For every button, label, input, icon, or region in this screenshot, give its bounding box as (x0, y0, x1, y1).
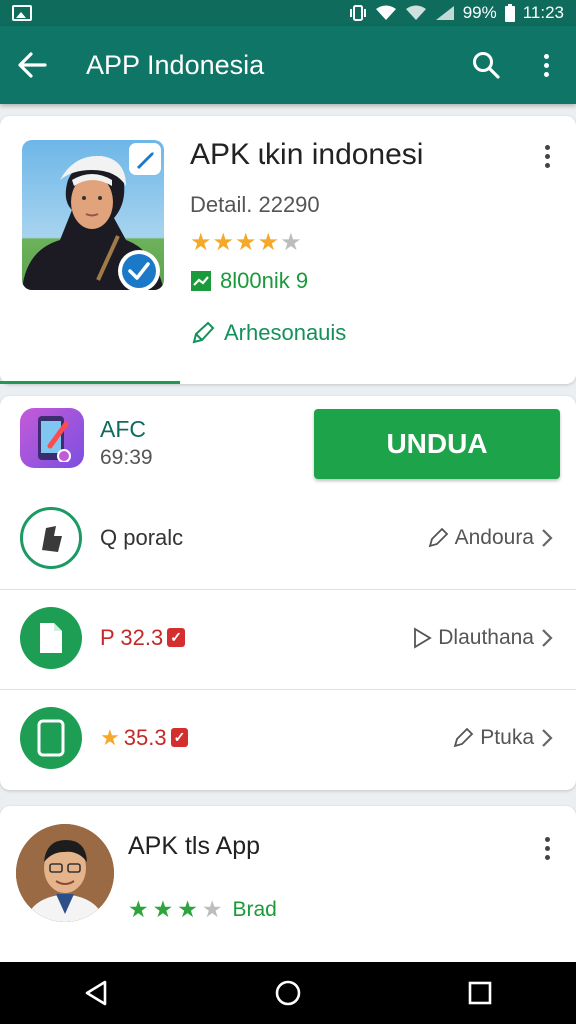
app-bar: APP Indonesia (0, 26, 576, 104)
list-item[interactable]: Q poralc Andoura (0, 490, 576, 586)
list-item[interactable]: P 32.3 ✓ Dlauthana (0, 589, 576, 685)
wifi-icon (375, 5, 396, 20)
app-stat-text: 8l00nik 9 (220, 268, 309, 293)
search-icon (473, 52, 500, 79)
app-detail: Detail. 22290 (190, 192, 320, 217)
overflow-menu-button[interactable] (516, 26, 576, 104)
list-item-action-label: Ptuka (480, 725, 534, 749)
document-icon (20, 606, 82, 669)
app-more-button[interactable] (532, 828, 562, 868)
vibrate-icon (349, 5, 366, 21)
app-info-card: AFC 69:39 UNDUA Q poralc Andoura P 32.3 … (0, 396, 576, 790)
star-icon: ★ (100, 724, 120, 750)
download-progress (0, 381, 180, 384)
home-circle-icon[interactable] (274, 979, 302, 1007)
trend-chart-icon (191, 271, 211, 291)
search-button[interactable] (456, 26, 516, 104)
list-item[interactable]: ★ 35.3 ✓ Ptuka (0, 689, 576, 785)
app-card[interactable]: APK tls App ★ ★ ★ ★ Brad (0, 806, 576, 974)
app-title: APP Indonesia (86, 49, 265, 80)
developer-link-text: Arhesonauis (224, 320, 347, 345)
app-title: APK ɩkin indonesi (190, 138, 424, 171)
star-icon: ★ (152, 896, 174, 922)
system-nav-bar (0, 962, 576, 1024)
list-item-value: 35.3 (123, 724, 167, 750)
back-triangle-icon[interactable] (83, 979, 109, 1007)
pen-icon (453, 727, 474, 747)
pen-icon (428, 527, 448, 548)
star-icon: ★ (235, 229, 258, 256)
wifi-secondary-icon (405, 5, 426, 20)
pen-icon (192, 321, 215, 344)
star-empty-icon: ★ (201, 896, 223, 922)
tablet-icon (20, 706, 82, 769)
app-icon-photo (22, 140, 164, 290)
status-bar: 99% 11:23 (0, 0, 576, 26)
play-outline-icon (414, 626, 432, 649)
rating-stars: ★ ★ ★ ★ Brad (128, 896, 277, 923)
developer-link[interactable]: Arhesonauis (190, 320, 346, 346)
list-item-action-label: Andoura (454, 526, 534, 549)
star-icon: ★ (177, 896, 198, 922)
list-item-label: Q poralc (100, 525, 184, 550)
star-icon: ★ (128, 896, 149, 922)
app-title: APK tls App (128, 832, 261, 860)
recents-square-icon[interactable] (467, 980, 493, 1006)
more-vert-icon (531, 45, 561, 85)
rating-label: Brad (232, 897, 277, 921)
star-empty-icon: ★ (280, 229, 303, 256)
star-icon: ★ (190, 229, 213, 256)
list-item-value: P 32.3 (100, 624, 164, 650)
chevron-right-icon (542, 529, 553, 547)
afc-app-name: AFC (100, 416, 146, 442)
install-button[interactable]: UNDUA (314, 409, 560, 479)
app-more-button[interactable] (532, 136, 562, 176)
list-item-label: P 32.3 ✓ (100, 625, 412, 651)
avatar (16, 824, 114, 922)
check-badge-icon: ✓ (170, 728, 189, 747)
check-badge-icon: ✓ (167, 628, 185, 647)
list-item-action[interactable]: Andoura (427, 526, 554, 550)
thumbs-up-icon (20, 507, 82, 569)
afc-app-time: 69:39 (100, 446, 153, 469)
feather-badge-icon (129, 143, 161, 175)
signal-icon (435, 6, 454, 20)
afc-app-icon (20, 408, 84, 468)
rating-stars: ★★★★★ (190, 228, 303, 257)
battery-text: 99% (462, 3, 497, 22)
gallery-notification-icon (12, 5, 32, 21)
clock: 11:23 (522, 3, 564, 22)
app-stat: 8l00nik 9 (190, 268, 308, 294)
app-detail-card[interactable]: APK ɩkin indonesi Detail. 22290 ★★★★★ 8l… (0, 116, 576, 384)
star-icon: ★ (212, 229, 236, 256)
list-item-action[interactable]: Dlauthana (412, 626, 554, 650)
list-item-action[interactable]: Ptuka (452, 726, 554, 750)
chevron-right-icon (542, 628, 553, 647)
list-item-label: ★ 35.3 ✓ (100, 725, 452, 751)
back-button[interactable] (0, 26, 64, 104)
battery-icon (504, 4, 515, 22)
chevron-right-icon (542, 728, 553, 747)
verified-check-icon (118, 250, 160, 290)
star-icon: ★ (257, 229, 281, 256)
list-item-action-label: Dlauthana (438, 625, 534, 649)
arrow-left-icon (18, 52, 47, 78)
